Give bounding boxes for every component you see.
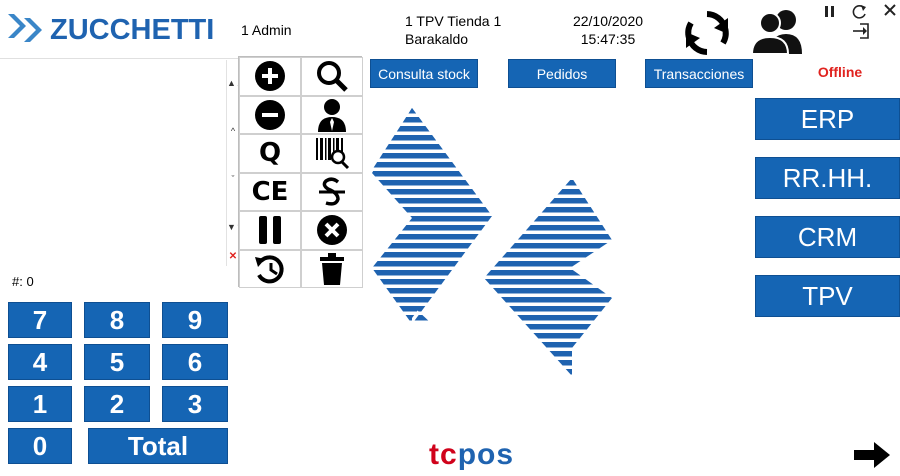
ticket-list[interactable] (0, 60, 226, 265)
key-1[interactable]: 1 (8, 386, 72, 422)
quantity-label: Q (258, 138, 282, 169)
trash-icon (320, 252, 344, 285)
tcpos-text: tcpos (429, 438, 514, 470)
key-0[interactable]: 0 (8, 428, 72, 464)
suspend-button[interactable] (239, 211, 301, 250)
transactions-button[interactable]: Transacciones (645, 59, 753, 88)
add-item-button[interactable] (239, 57, 301, 96)
key-5[interactable]: 5 (84, 344, 150, 380)
brand-text: ZUCCHETTI (50, 14, 214, 46)
sync-icon[interactable] (682, 8, 732, 58)
clear-entry-label: CE (251, 176, 289, 207)
barcode-search-icon (316, 138, 350, 170)
item-count: #: 0 (12, 274, 34, 289)
refresh-icon[interactable] (852, 4, 868, 20)
plus-icon (255, 61, 285, 92)
hr-button[interactable]: RR.HH. (755, 157, 900, 199)
zucchetti-watermark-icon (372, 108, 612, 376)
header-divider (0, 58, 238, 59)
erp-button[interactable]: ERP (755, 98, 900, 140)
key-7[interactable]: 7 (8, 302, 72, 338)
users-icon[interactable] (750, 8, 806, 55)
barcode-search-button[interactable] (301, 134, 363, 173)
arrow-right-icon[interactable] (852, 440, 892, 470)
orders-button[interactable]: Pedidos (508, 59, 616, 88)
key-9[interactable]: 9 (162, 302, 228, 338)
logout-icon[interactable] (852, 22, 870, 40)
crm-button[interactable]: CRM (755, 216, 900, 258)
total-button[interactable]: Total (88, 428, 228, 464)
cancel-icon (317, 215, 347, 246)
tpv-button[interactable]: TPV (755, 275, 900, 317)
terminal-info: 1 TPV Tienda 1 Barakaldo (405, 12, 501, 48)
zucchetti-logo: ZUCCHETTI (6, 8, 230, 48)
pause-icon[interactable] (822, 4, 838, 20)
quantity-button[interactable]: Q (239, 134, 301, 173)
close-icon[interactable] (882, 2, 898, 20)
pause-icon (259, 216, 281, 245)
history-button[interactable] (239, 249, 301, 288)
time-label: 15:47:35 (580, 31, 636, 47)
tcpos-logo: tcpos (427, 438, 567, 471)
key-4[interactable]: 4 (8, 344, 72, 380)
key-8[interactable]: 8 (84, 302, 150, 338)
key-6[interactable]: 6 (162, 344, 228, 380)
key-2[interactable]: 2 (84, 386, 150, 422)
datetime: 22/10/2020 15:47:35 (568, 12, 648, 48)
customer-button[interactable] (301, 95, 363, 134)
minus-icon (255, 99, 285, 130)
search-icon (317, 61, 348, 93)
key-3[interactable]: 3 (162, 386, 228, 422)
store-location: Barakaldo (405, 31, 469, 47)
function-grid: Q CE (238, 56, 363, 288)
cancel-button[interactable] (301, 211, 363, 250)
customer-icon (318, 98, 346, 132)
terminal-name: 1 TPV Tienda 1 (405, 13, 502, 29)
search-button[interactable] (301, 57, 363, 96)
void-line-button[interactable] (301, 172, 363, 211)
history-icon (255, 255, 284, 284)
delete-ticket-button[interactable] (301, 249, 363, 288)
clear-entry-button[interactable]: CE (239, 172, 301, 211)
offline-status: Offline (817, 64, 863, 80)
strikethrough-icon (319, 177, 345, 206)
ticket-scrollbar[interactable]: ▲▲ ^ ˇ ▼▼ ✕ (226, 60, 245, 266)
user-label: 1 Admin (241, 22, 292, 38)
remove-item-button[interactable] (239, 95, 301, 134)
date-label: 22/10/2020 (572, 13, 644, 29)
stock-query-button[interactable]: Consulta stock (370, 59, 478, 88)
